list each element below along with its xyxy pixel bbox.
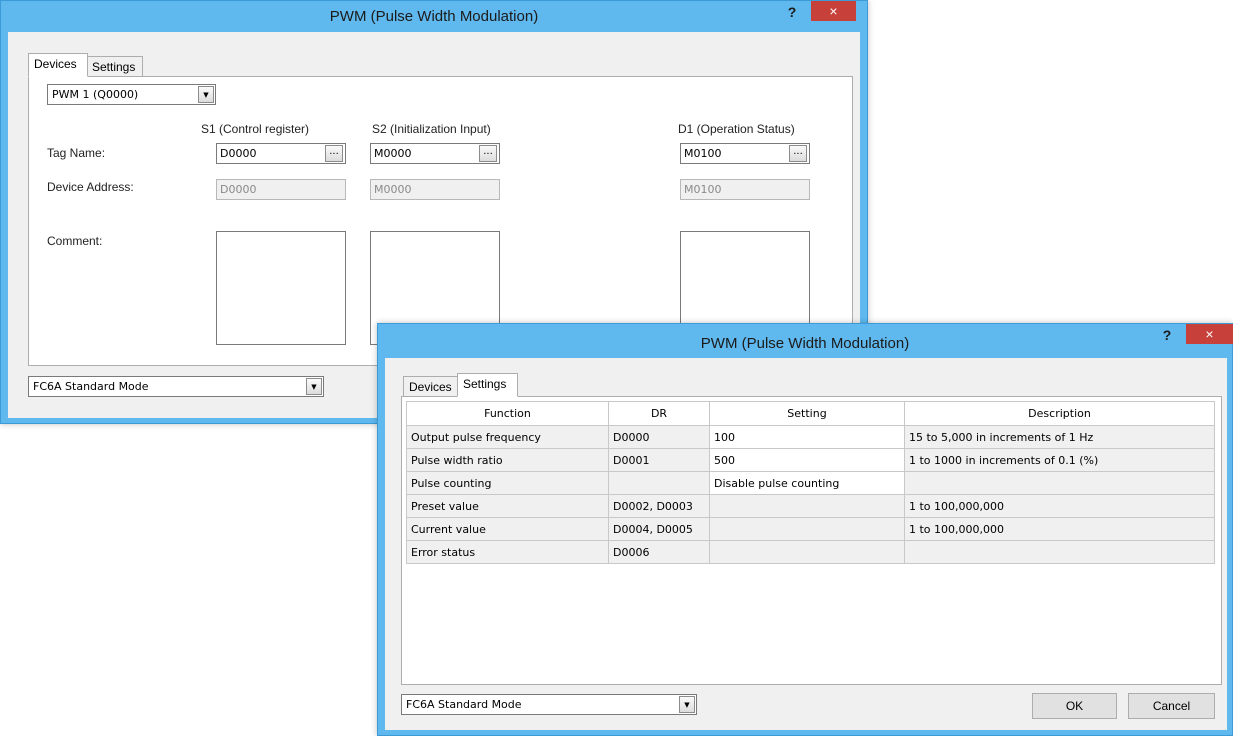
ok-button[interactable]: OK (1032, 693, 1117, 719)
setting-cell[interactable]: Disable pulse counting (709, 471, 905, 495)
s1-comment-field[interactable] (216, 231, 346, 345)
close-button[interactable]: × (811, 1, 856, 21)
tag-name-label: Tag Name: (47, 146, 106, 160)
dr-cell: D0006 (608, 540, 710, 564)
s2-tag-name-value: M0000 (374, 147, 412, 160)
s1-column-header: S1 (Control register) (201, 122, 310, 136)
tab-settings[interactable]: Settings (86, 56, 143, 77)
description-cell: 1 to 100,000,000 (904, 517, 1215, 541)
s2-column-header: S2 (Initialization Input) (372, 122, 491, 136)
column-header: Setting (709, 401, 905, 426)
tab-settings[interactable]: Settings (457, 373, 518, 397)
function-cell: Preset value (406, 494, 609, 518)
s1-tag-name-field[interactable]: D0000 ... (216, 143, 346, 164)
table-row: Error status D0006 (406, 540, 1215, 564)
setting-cell (709, 540, 905, 564)
dr-cell: D0004, D0005 (608, 517, 710, 541)
column-header: DR (608, 401, 710, 426)
setting-cell (709, 517, 905, 541)
close-button[interactable]: × (1186, 324, 1233, 344)
d1-tag-name-value: M0100 (684, 147, 722, 160)
table-row: Output pulse frequency D0000 100 15 to 5… (406, 425, 1215, 449)
description-cell: 1 to 1000 in increments of 0.1 (%) (904, 448, 1215, 472)
d1-tag-name-field[interactable]: M0100 ... (680, 143, 810, 164)
dr-cell: D0001 (608, 448, 710, 472)
settings-table: Function DR Setting Description Output p… (406, 401, 1215, 564)
function-cell: Error status (406, 540, 609, 564)
s2-tag-name-field[interactable]: M0000 ... (370, 143, 500, 164)
s2-device-address-field: M0000 (370, 179, 500, 200)
description-cell: 1 to 100,000,000 (904, 494, 1215, 518)
function-cell: Pulse counting (406, 471, 609, 495)
setting-cell (709, 494, 905, 518)
comment-label: Comment: (47, 234, 103, 248)
dialog-client: Devices Settings Function DR Setting Des… (385, 358, 1227, 730)
table-row: Pulse width ratio D0001 500 1 to 1000 in… (406, 448, 1215, 472)
setting-cell[interactable]: 500 (709, 448, 905, 472)
table-header-row: Function DR Setting Description (406, 401, 1215, 426)
chevron-down-icon[interactable]: ▼ (679, 696, 695, 713)
cancel-button[interactable]: Cancel (1128, 693, 1215, 719)
dr-cell: D0002, D0003 (608, 494, 710, 518)
dialog-title: PWM (Pulse Width Modulation) (329, 8, 539, 25)
help-button[interactable]: ? (782, 4, 802, 20)
table-row: Preset value D0002, D0003 1 to 100,000,0… (406, 494, 1215, 518)
channel-select[interactable]: PWM 1 (Q0000) ▼ (47, 84, 216, 105)
s1-device-address-field: D0000 (216, 179, 346, 200)
s2-browse-button[interactable]: ... (479, 145, 497, 162)
table-row: Current value D0004, D0005 1 to 100,000,… (406, 517, 1215, 541)
channel-select-value: PWM 1 (Q0000) (52, 88, 139, 101)
description-cell: 15 to 5,000 in increments of 1 Hz (904, 425, 1215, 449)
mode-select[interactable]: FC6A Standard Mode ▼ (401, 694, 697, 715)
column-header: Function (406, 401, 609, 426)
tab-devices[interactable]: Devices (403, 376, 458, 397)
table-row: Pulse counting Disable pulse counting (406, 471, 1215, 495)
device-address-label: Device Address: (47, 180, 134, 194)
title-bar[interactable]: PWM (Pulse Width Modulation) ? × (378, 324, 1233, 355)
d1-browse-button[interactable]: ... (789, 145, 807, 162)
d1-column-header: D1 (Operation Status) (678, 122, 795, 136)
s1-tag-name-value: D0000 (220, 147, 257, 160)
s1-browse-button[interactable]: ... (325, 145, 343, 162)
help-button[interactable]: ? (1157, 327, 1177, 343)
function-cell: Pulse width ratio (406, 448, 609, 472)
chevron-down-icon[interactable]: ▼ (306, 378, 322, 395)
mode-select-value: FC6A Standard Mode (33, 380, 149, 393)
d1-device-address-field: M0100 (680, 179, 810, 200)
tab-devices[interactable]: Devices (28, 53, 88, 77)
description-cell (904, 540, 1215, 564)
dr-cell (608, 471, 710, 495)
settings-panel: Function DR Setting Description Output p… (401, 396, 1222, 685)
dr-cell: D0000 (608, 425, 710, 449)
mode-select[interactable]: FC6A Standard Mode ▼ (28, 376, 324, 397)
mode-select-value: FC6A Standard Mode (406, 698, 522, 711)
title-bar[interactable]: PWM (Pulse Width Modulation) ? × (1, 1, 867, 32)
function-cell: Current value (406, 517, 609, 541)
pwm-dialog-settings: PWM (Pulse Width Modulation) ? × Devices… (377, 323, 1233, 736)
function-cell: Output pulse frequency (406, 425, 609, 449)
dialog-title: PWM (Pulse Width Modulation) (700, 335, 910, 352)
description-cell (904, 471, 1215, 495)
setting-cell[interactable]: 100 (709, 425, 905, 449)
column-header: Description (904, 401, 1215, 426)
chevron-down-icon[interactable]: ▼ (198, 86, 214, 103)
